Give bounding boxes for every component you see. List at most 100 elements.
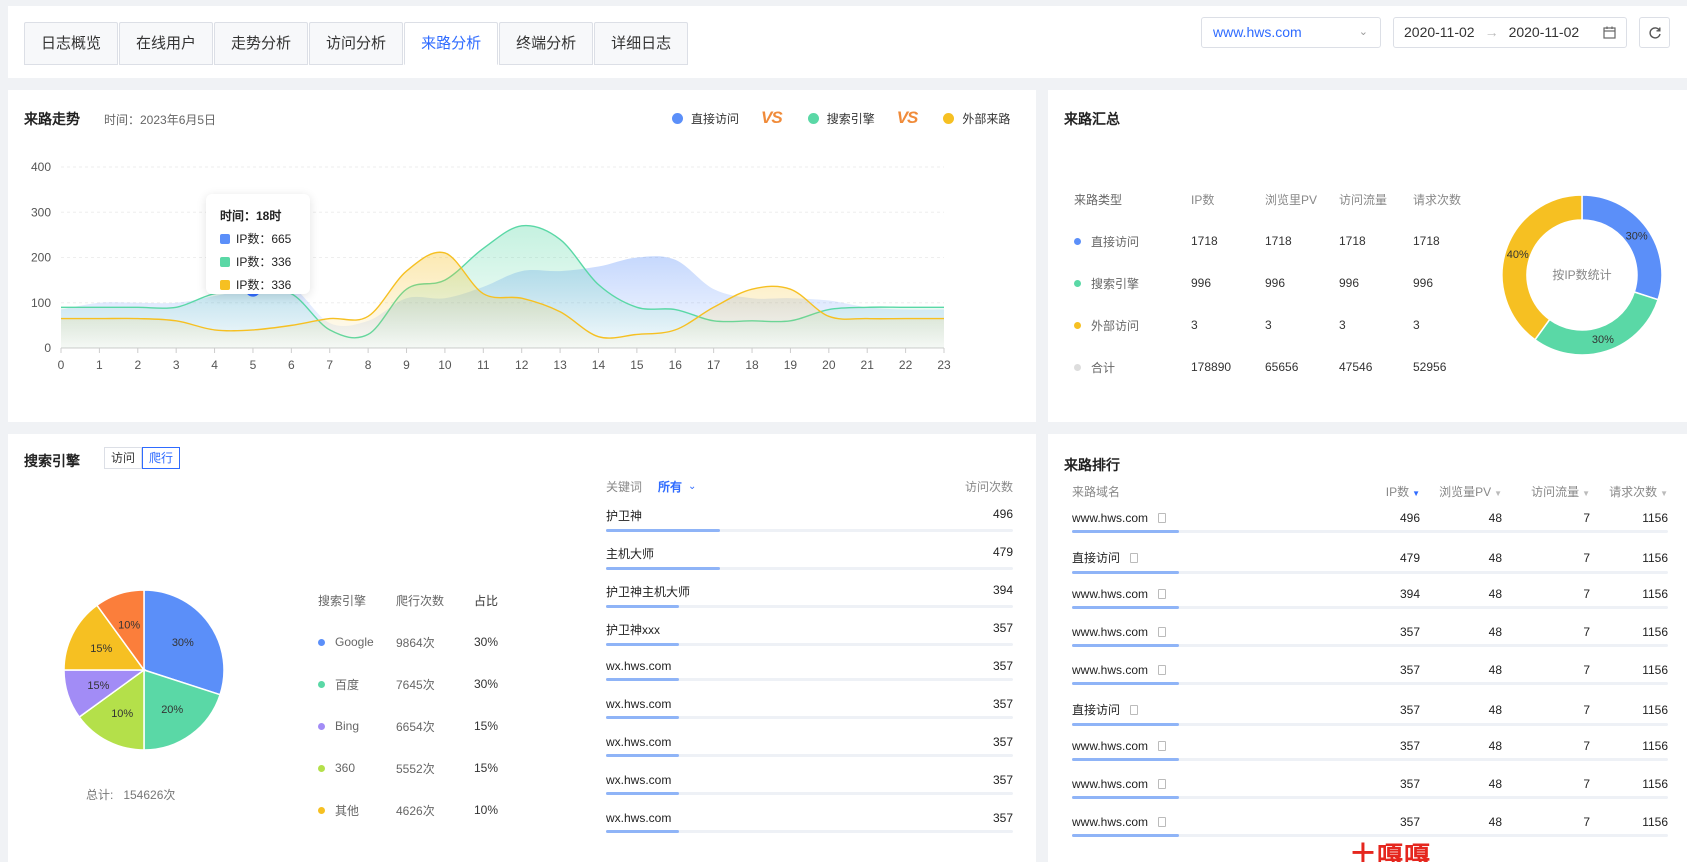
header-requests: 请求次数 xyxy=(1609,484,1658,499)
tab-online-users[interactable]: 在线用户 xyxy=(119,22,214,65)
toggle-visit[interactable]: 访问 xyxy=(104,447,143,469)
header-ip-sort[interactable]: IP数 ▼ xyxy=(1336,483,1420,500)
keyword-row[interactable]: wx.hws.com 357 xyxy=(606,800,1013,838)
header-type: 来路类型 xyxy=(1074,192,1123,207)
calendar-icon xyxy=(1603,26,1616,39)
sort-icon: ▼ xyxy=(1494,488,1502,498)
rank-row[interactable]: 直接访问 357 48 7 1156 xyxy=(1072,691,1668,729)
rank-row[interactable]: www.hws.com 357 48 7 1156 xyxy=(1072,767,1668,805)
copy-icon[interactable] xyxy=(1158,665,1167,675)
x-tick-label: 6 xyxy=(288,358,295,372)
donut-slice[interactable] xyxy=(1581,194,1663,301)
refresh-icon xyxy=(1648,26,1661,39)
rank-row[interactable]: 直接访问 479 48 7 1156 xyxy=(1072,539,1668,577)
ip-donut-chart[interactable]: 30% 30% 40% 按IP数统计 xyxy=(1497,190,1667,360)
sort-icon: ▼ xyxy=(1582,488,1590,498)
copy-icon[interactable] xyxy=(1130,704,1139,715)
summary-type: 搜索引擎 xyxy=(1074,275,1191,292)
copy-icon[interactable] xyxy=(1158,741,1167,751)
rank-requests: 1156 xyxy=(1642,815,1668,829)
rank-line: www.hws.com 496 48 7 1156 xyxy=(1072,511,1668,525)
tab-detail-log[interactable]: 详细日志 xyxy=(594,22,689,65)
engine-ratio: 30% xyxy=(474,635,499,649)
tab-visit-analysis[interactable]: 访问分析 xyxy=(309,22,404,65)
trend-area-chart[interactable]: 01002003004000 1 2 3 4 5 6 7 8 9 10 11 12 13 14 15 16 17 1… xyxy=(8,90,1036,422)
rank-domain: www.hws.com xyxy=(1072,625,1336,639)
keyword-row[interactable]: wx.hws.com 357 xyxy=(606,648,1013,686)
header-pv: 浏览量PV xyxy=(1439,484,1492,499)
engine-ratio: 30% xyxy=(474,677,499,691)
rank-row[interactable]: www.hws.com 394 48 7 1156 xyxy=(1072,577,1668,615)
header-traffic-sort[interactable]: 访问流量 ▼ xyxy=(1502,483,1590,500)
keyword-line: wx.hws.com 357 xyxy=(606,773,1013,787)
copy-icon[interactable] xyxy=(1158,779,1167,789)
copy-icon[interactable] xyxy=(1158,513,1167,523)
keyword-list: 关键词 所有 ⌄ 访问次数 护卫神 496 主机大师 479 护卫神主机大师 394 护卫神… xyxy=(606,476,1013,838)
rank-domain-text: www.hws.com xyxy=(1072,663,1149,677)
rank-row[interactable]: www.hws.com 496 48 7 1156 xyxy=(1072,501,1668,539)
keyword-select[interactable]: 所有 xyxy=(658,478,682,495)
rank-row[interactable]: www.hws.com 357 48 7 1156 xyxy=(1072,653,1668,691)
type-dot xyxy=(1074,279,1081,287)
search-engine-pie-chart[interactable]: 30% 20% 10% 15% 15% 10% xyxy=(54,580,234,760)
keyword-row[interactable]: wx.hws.com 357 xyxy=(606,762,1013,800)
date-range-picker[interactable]: 2020-11-02 → 2020-11-02 xyxy=(1393,17,1627,48)
keyword-row[interactable]: 主机大师 479 xyxy=(606,534,1013,572)
keyword-text: wx.hws.com xyxy=(606,659,672,673)
header-requests-sort[interactable]: 请求次数 ▼ xyxy=(1590,483,1668,500)
keyword-progress-fill xyxy=(606,754,680,757)
keyword-row[interactable]: wx.hws.com 357 xyxy=(606,686,1013,724)
keyword-row[interactable]: 护卫神xxx 357 xyxy=(606,610,1013,648)
tab-trend-analysis[interactable]: 走势分析 xyxy=(214,22,309,65)
tab-log-overview[interactable]: 日志概览 xyxy=(24,22,119,65)
engine-dot xyxy=(318,680,325,688)
rank-domain: www.hws.com xyxy=(1072,739,1336,753)
keyword-count: 496 xyxy=(992,507,1013,521)
date-end: 2020-11-02 xyxy=(1508,24,1580,40)
engine-name: Google xyxy=(318,635,396,649)
keyword-text: 主机大师 xyxy=(606,547,655,561)
x-tick-label: 14 xyxy=(592,358,606,372)
engine-name: Bing xyxy=(318,719,396,733)
rank-row[interactable]: www.hws.com 357 48 7 1156 xyxy=(1072,615,1668,653)
tooltip-swatch xyxy=(220,233,230,244)
keyword-progress-bar xyxy=(606,567,1013,570)
keyword-progress-fill xyxy=(606,529,720,532)
site-select-value: www.hws.com xyxy=(1213,24,1302,40)
search-engine-table: 搜索引擎 爬行次数 占比 Google 9864次 30% 百度 7645次 30% Bin… xyxy=(318,579,534,831)
tab-referrer-analysis[interactable]: 来路分析 xyxy=(404,22,499,65)
summary-value: 3 xyxy=(1413,318,1420,332)
pie-slice-label: 10% xyxy=(118,619,140,631)
tooltip-time: 时间：18时 xyxy=(220,209,282,223)
header-ip: IP数 xyxy=(1385,484,1410,499)
x-tick-label: 23 xyxy=(937,358,951,372)
rank-row[interactable]: www.hws.com 357 48 7 1156 xyxy=(1072,729,1668,767)
summary-row: 外部访问 3 3 3 3 xyxy=(1074,304,1487,346)
keyword-progress-bar xyxy=(606,754,1013,757)
copy-icon[interactable] xyxy=(1130,552,1139,563)
engine-dot xyxy=(318,764,325,772)
tab-terminal-analysis[interactable]: 终端分析 xyxy=(499,22,594,65)
copy-icon[interactable] xyxy=(1158,589,1167,599)
copy-icon[interactable] xyxy=(1158,627,1167,637)
copy-icon[interactable] xyxy=(1158,817,1167,827)
visit-count-header: 访问次数 xyxy=(964,479,1013,494)
watermark: 土嘎嘎 www.tugaga.com xyxy=(1350,842,1432,862)
site-select[interactable]: www.hws.com ⌄ xyxy=(1201,17,1381,48)
keyword-row[interactable]: wx.hws.com 357 xyxy=(606,724,1013,762)
keyword-row[interactable]: 护卫神主机大师 394 xyxy=(606,572,1013,610)
type-dot xyxy=(1074,321,1081,329)
rank-progress-fill xyxy=(1072,796,1180,799)
keyword-progress-bar xyxy=(606,716,1013,719)
chevron-down-icon[interactable]: ⌄ xyxy=(688,481,696,492)
summary-value: 1718 xyxy=(1413,234,1440,248)
header-pv-sort[interactable]: 浏览量PV ▼ xyxy=(1420,483,1502,500)
keyword-progress-fill xyxy=(606,567,720,570)
keyword-row[interactable]: 护卫神 496 xyxy=(606,496,1013,534)
rank-line: www.hws.com 357 48 7 1156 xyxy=(1072,625,1668,639)
refresh-button[interactable] xyxy=(1639,17,1670,48)
rank-traffic: 7 xyxy=(1583,587,1590,601)
keyword-count: 357 xyxy=(992,735,1013,749)
search-title: 搜索引擎 xyxy=(24,453,80,469)
toggle-crawl[interactable]: 爬行 xyxy=(142,447,181,469)
